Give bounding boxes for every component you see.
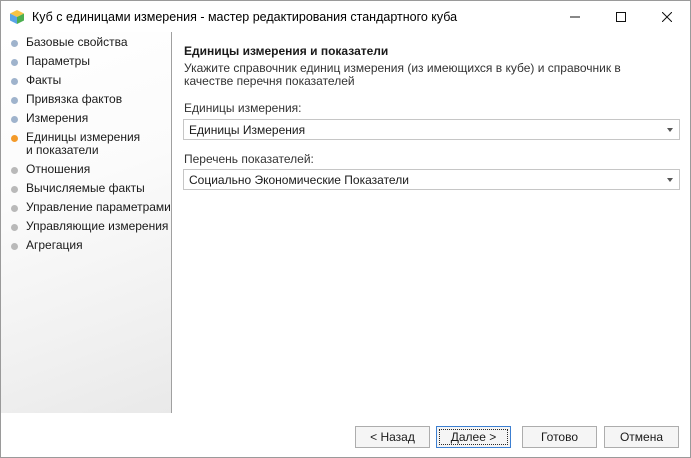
units-combobox[interactable]: Единицы Измерения <box>183 119 680 140</box>
step-active-icon <box>11 135 18 142</box>
step-done-icon <box>11 78 18 85</box>
step-item[interactable]: Базовые свойства <box>11 36 174 49</box>
step-item[interactable]: Управляющие измерения <box>11 220 174 233</box>
step-done-icon <box>11 59 18 66</box>
close-icon <box>662 11 672 22</box>
steps-divider <box>171 32 172 413</box>
section-title: Единицы измерения и показатели <box>184 44 389 58</box>
step-done-icon <box>11 116 18 123</box>
minimize-icon <box>570 16 580 17</box>
step-label: Управление параметрами <box>26 200 171 214</box>
maximize-icon <box>616 11 626 22</box>
step-item[interactable]: Привязка фактов <box>11 93 174 106</box>
indicators-combobox[interactable]: Социально Экономические Показатели <box>183 169 680 190</box>
step-item[interactable]: Отношения <box>11 163 174 176</box>
step-done-icon <box>11 97 18 104</box>
window-title: Куб с единицами измерения - мастер редак… <box>32 10 458 24</box>
step-todo-icon <box>11 243 18 250</box>
close-button[interactable] <box>644 1 690 32</box>
step-item[interactable]: Агрегация <box>11 239 174 252</box>
step-label: Управляющие измерения <box>26 219 169 233</box>
step-label: Параметры <box>26 54 90 68</box>
title-bar[interactable]: Куб с единицами измерения - мастер редак… <box>1 1 690 32</box>
cube-icon <box>9 9 25 25</box>
step-label: Агрегация <box>26 238 83 252</box>
button-bar: < Назад Далее > Готово Отмена <box>1 413 690 457</box>
cancel-button[interactable]: Отмена <box>604 426 679 448</box>
step-label: Базовые свойства <box>26 35 128 49</box>
back-button[interactable]: < Назад <box>355 426 430 448</box>
step-todo-icon <box>11 224 18 231</box>
step-label: Привязка фактов <box>26 92 123 106</box>
finish-button[interactable]: Готово <box>522 426 597 448</box>
section-description: Укажите справочник единиц измерения (из … <box>184 61 621 88</box>
maximize-button[interactable] <box>598 1 644 32</box>
step-done-icon <box>11 40 18 47</box>
step-label: Факты <box>26 73 62 87</box>
step-item[interactable]: Факты <box>11 74 174 87</box>
step-todo-icon <box>11 205 18 212</box>
step-label: Измерения <box>26 111 89 125</box>
minimize-button[interactable] <box>552 1 598 32</box>
step-item[interactable]: Измерения <box>11 112 174 125</box>
wizard-steps-list: Базовые свойства Параметры Факты Привязк… <box>1 32 172 413</box>
step-item[interactable]: Вычисляемые факты <box>11 182 174 195</box>
step-label: Отношения <box>26 162 91 176</box>
step-item[interactable]: Управление параметрами <box>11 201 174 214</box>
units-label: Единицы измерения: <box>184 101 302 115</box>
chevron-down-icon[interactable] <box>667 178 673 182</box>
wizard-window: Куб с единицами измерения - мастер редак… <box>0 0 691 458</box>
next-button[interactable]: Далее > <box>436 426 511 448</box>
step-todo-icon <box>11 167 18 174</box>
step-label: Единицы измерения и показатели <box>26 130 141 157</box>
units-combobox-value: Единицы Измерения <box>189 123 306 137</box>
step-todo-icon <box>11 186 18 193</box>
indicators-label: Перечень показателей: <box>184 152 314 166</box>
chevron-down-icon[interactable] <box>667 128 673 132</box>
step-item[interactable]: Параметры <box>11 55 174 68</box>
step-label: Вычисляемые факты <box>26 181 145 195</box>
step-item-active[interactable]: Единицы измерения и показатели <box>11 131 146 157</box>
indicators-combobox-value: Социально Экономические Показатели <box>189 173 409 187</box>
